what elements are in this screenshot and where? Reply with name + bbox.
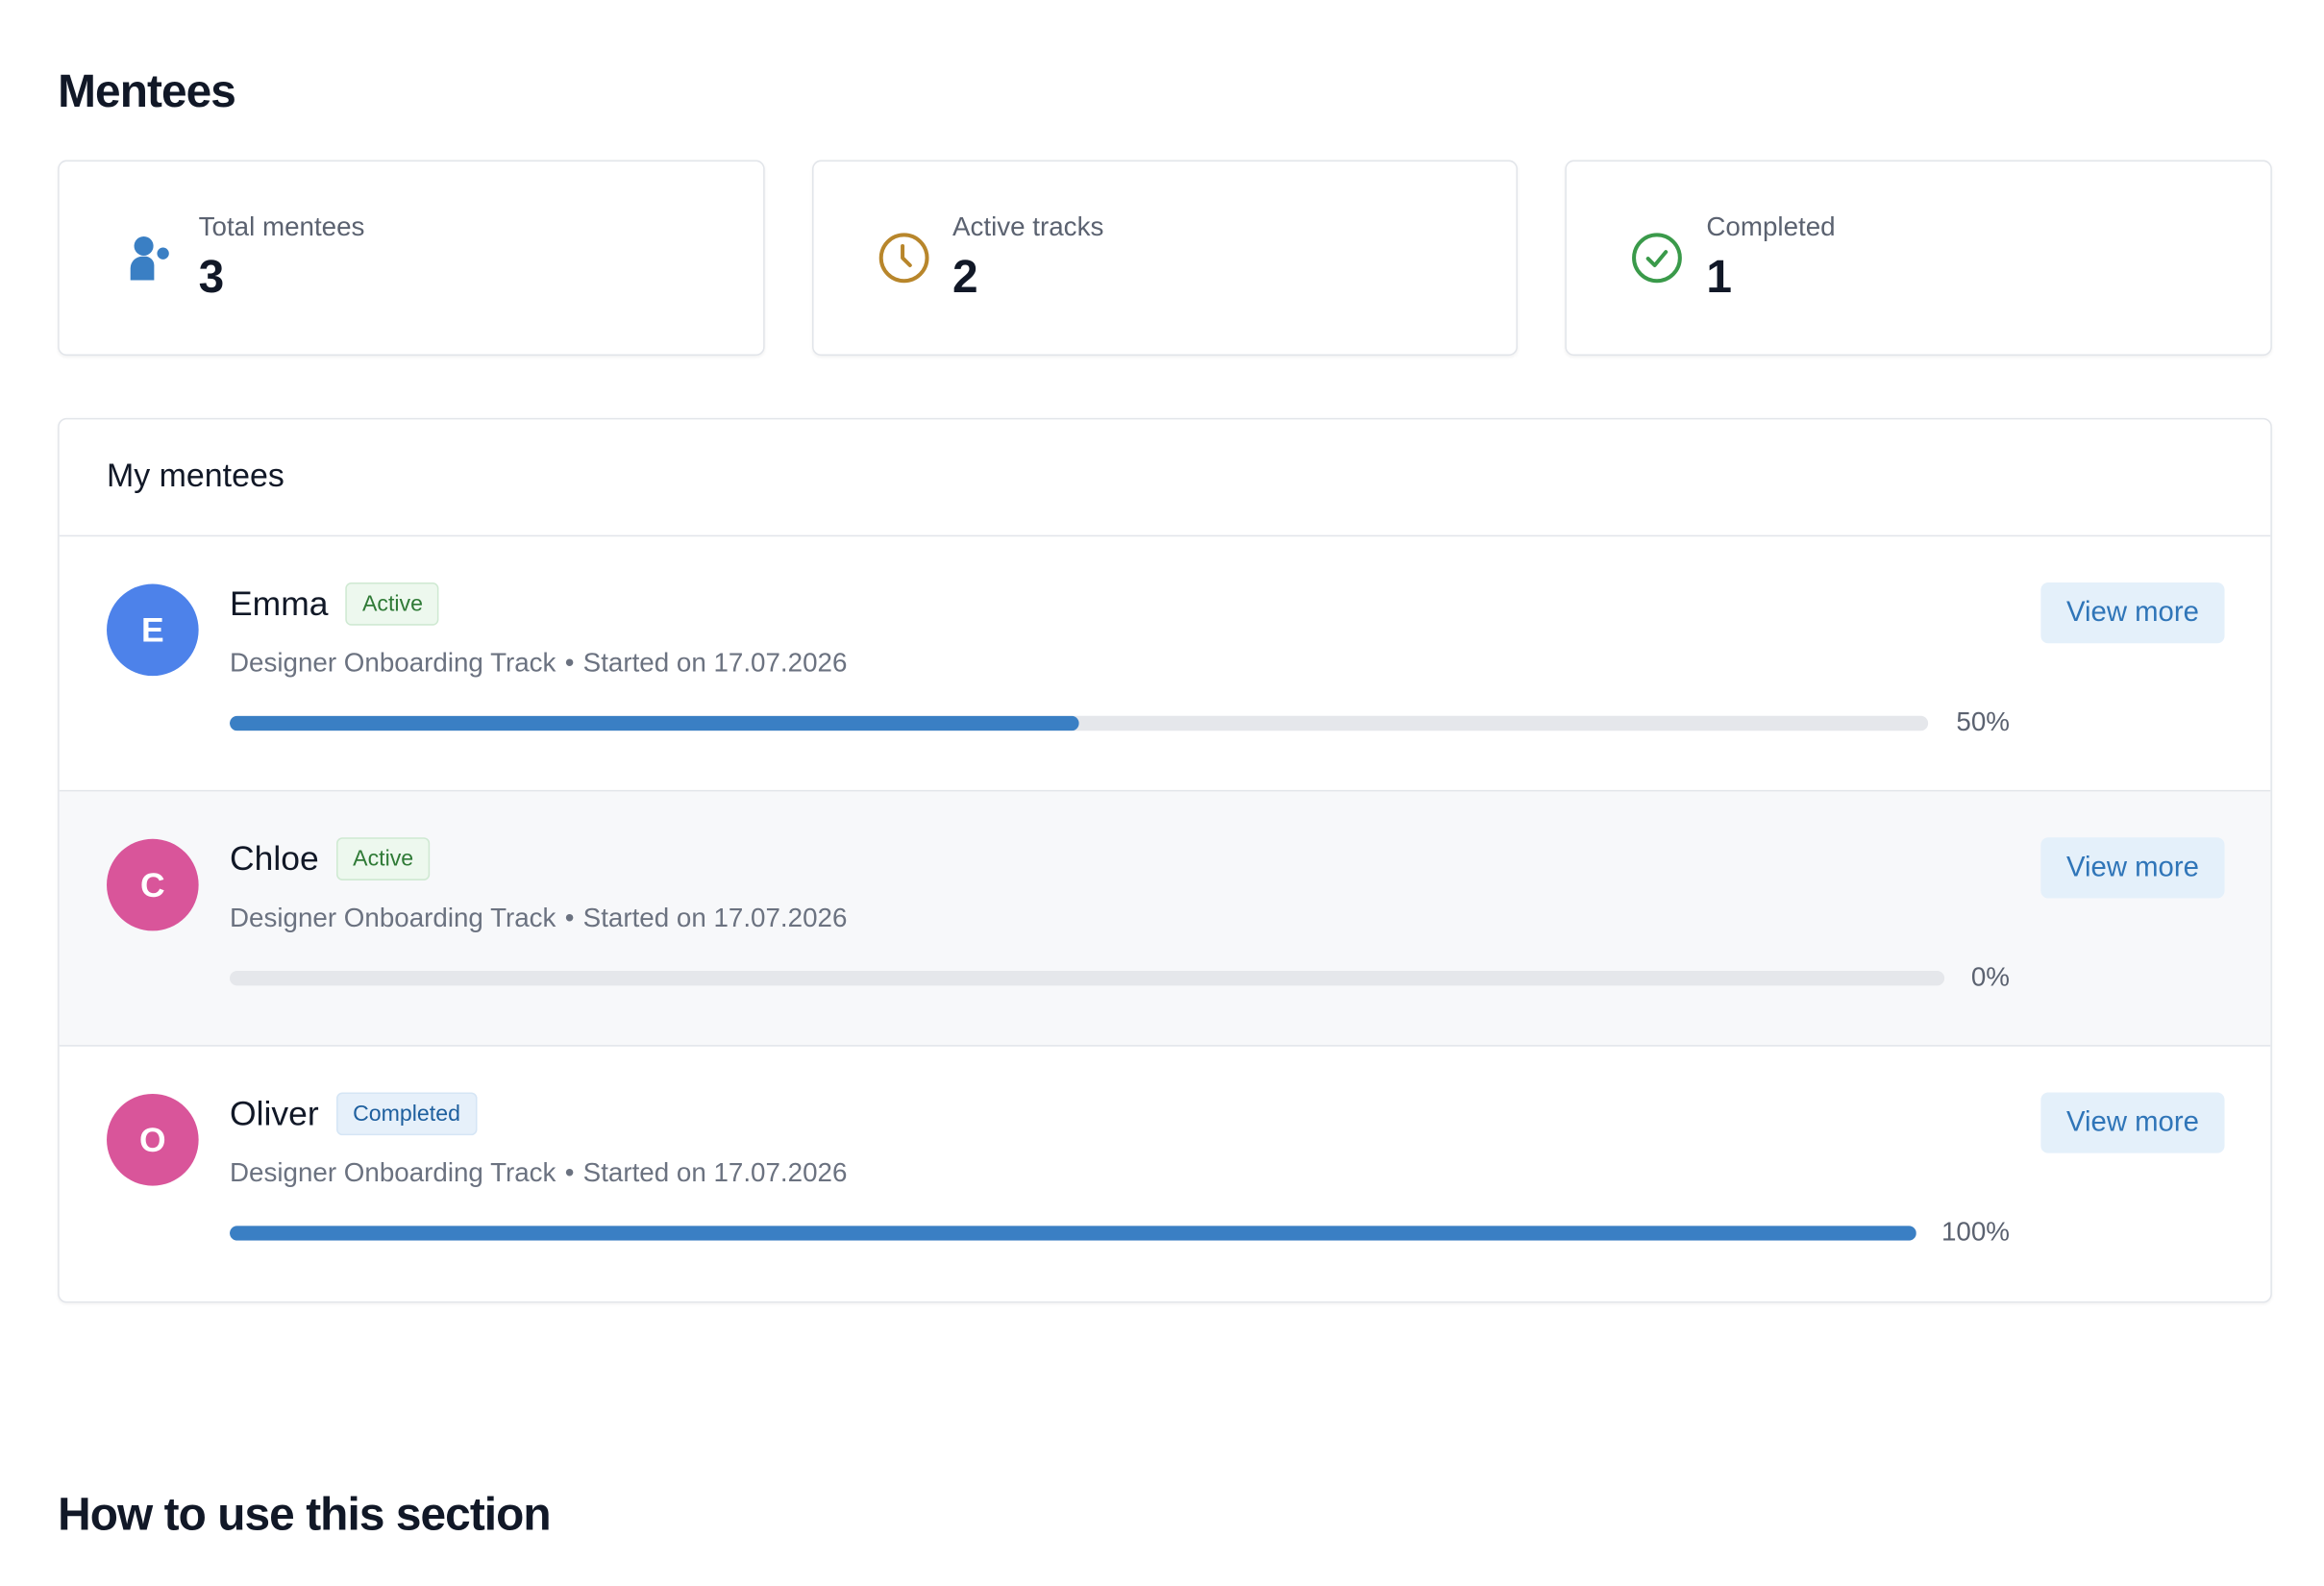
check-circle-icon (1629, 230, 1686, 286)
stats-row: Total mentees 3 Active tracks 2 Complete… (58, 160, 2272, 357)
progress-bar (230, 1226, 1916, 1241)
mentees-page: Mentees Total mentees 3 Active tracks 2 … (0, 0, 2324, 1586)
progress-fill (230, 1226, 1916, 1241)
view-more-button[interactable]: View more (2040, 837, 2225, 899)
mentee-row-oliver: O Oliver Completed Designer Onboarding T… (60, 1047, 2271, 1301)
separator: • (564, 903, 575, 932)
mentees-list-card: My mentees E Emma Active Designer Onboar… (58, 417, 2272, 1303)
mentee-meta: Designer Onboarding Track • Started on 17.… (230, 903, 847, 933)
track-name: Designer Onboarding Track (230, 647, 556, 678)
mentee-meta: Designer Onboarding Track • Started on 17.… (230, 1157, 847, 1188)
stat-label: Total mentees (198, 211, 365, 242)
stat-value: 1 (1706, 250, 1732, 303)
progress-percent: 100% (1941, 1216, 2010, 1247)
page-title: Mentees (58, 64, 236, 117)
avatar: O (107, 1093, 199, 1186)
mentee-name: Emma (230, 583, 329, 623)
mentee-name: Chloe (230, 838, 319, 878)
start-date: Started on 17.07.2026 (582, 903, 848, 932)
stat-card-completed: Completed 1 (1565, 160, 2272, 357)
start-date: Started on 17.07.2026 (582, 1157, 848, 1188)
person-icon (121, 230, 178, 286)
status-badge: Completed (336, 1092, 477, 1136)
how-to-title: How to use this section (58, 1488, 552, 1541)
start-date: Started on 17.07.2026 (582, 647, 848, 678)
track-name: Designer Onboarding Track (230, 903, 556, 932)
stat-label: Completed (1706, 211, 1836, 242)
stat-value: 3 (198, 250, 225, 303)
status-badge: Active (345, 582, 439, 626)
view-more-button[interactable]: View more (2040, 582, 2225, 644)
stat-card-active-tracks: Active tracks 2 (811, 160, 1519, 357)
mentee-meta: Designer Onboarding Track • Started on 17.… (230, 648, 847, 679)
progress-bar (230, 971, 1945, 986)
status-badge: Active (336, 837, 431, 880)
avatar: E (107, 583, 199, 677)
list-title: My mentees (107, 456, 284, 494)
name-line: Chloe Active (230, 837, 431, 880)
mentee-name: Oliver (230, 1093, 319, 1133)
view-more-button[interactable]: View more (2040, 1092, 2225, 1153)
mentee-row-emma: E Emma Active Designer Onboarding Track •… (59, 536, 2271, 792)
mentee-row-chloe: C Chloe Active Designer Onboarding Track… (59, 791, 2271, 1047)
list-header: My mentees (59, 419, 2271, 537)
separator: • (564, 1157, 575, 1188)
track-name: Designer Onboarding Track (230, 1157, 556, 1188)
stat-label: Active tracks (952, 211, 1104, 242)
progress-percent: 50% (1956, 706, 2010, 737)
separator: • (564, 647, 575, 678)
avatar: C (107, 838, 199, 931)
progress-fill (230, 715, 1079, 731)
clock-icon (876, 230, 932, 286)
stat-card-total-mentees: Total mentees 3 (58, 160, 765, 357)
name-line: Emma Active (230, 582, 439, 626)
progress-bar (230, 715, 1929, 731)
stat-value: 2 (952, 250, 978, 303)
name-line: Oliver Completed (230, 1092, 477, 1136)
progress-percent: 0% (1970, 961, 2010, 992)
